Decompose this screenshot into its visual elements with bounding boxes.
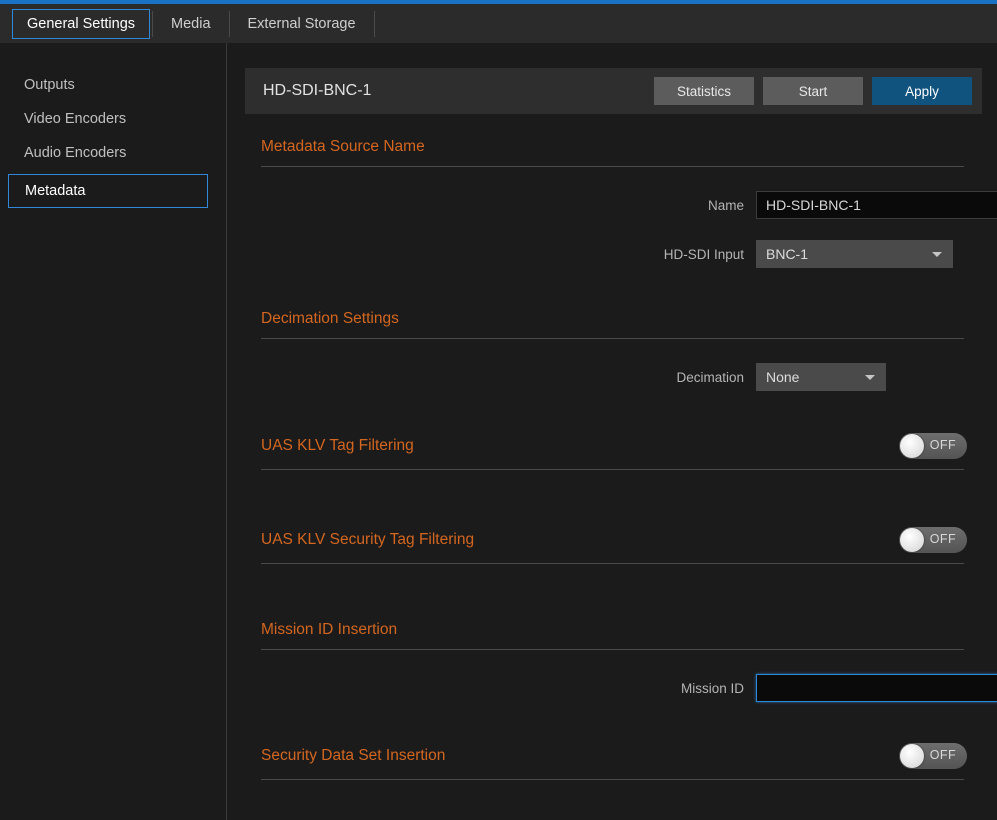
section-title-uas-klv-security-tag-filtering: UAS KLV Security Tag Filtering bbox=[261, 531, 899, 549]
panel-header: HD-SDI-BNC-1 Statistics Start Apply bbox=[245, 68, 982, 114]
name-input[interactable] bbox=[756, 191, 997, 219]
tab-bar: General Settings Media External Storage bbox=[0, 4, 997, 43]
section-title-security-data-set-insertion: Security Data Set Insertion bbox=[261, 747, 899, 765]
toggle-state-label: OFF bbox=[930, 748, 956, 762]
tab-general-settings[interactable]: General Settings bbox=[12, 9, 150, 39]
tab-external-storage[interactable]: External Storage bbox=[232, 10, 372, 38]
apply-button[interactable]: Apply bbox=[872, 77, 972, 105]
section-divider bbox=[261, 779, 964, 780]
content-area: HD-SDI-BNC-1 Statistics Start Apply Meta… bbox=[228, 43, 997, 820]
toggle-knob bbox=[900, 744, 924, 768]
section-divider bbox=[261, 563, 964, 564]
page-title: HD-SDI-BNC-1 bbox=[263, 82, 645, 100]
section-title-metadata-source-name: Metadata Source Name bbox=[245, 138, 982, 166]
section-title-mission-id-insertion: Mission ID Insertion bbox=[245, 621, 982, 649]
hd-sdi-input-value: BNC-1 bbox=[766, 246, 808, 262]
field-row-hd-sdi-input: HD-SDI Input BNC-1 bbox=[245, 239, 953, 269]
mission-id-input[interactable] bbox=[756, 674, 997, 702]
decimation-value: None bbox=[766, 369, 799, 385]
section-title-uas-klv-tag-filtering: UAS KLV Tag Filtering bbox=[261, 437, 899, 455]
field-row-mission-id: Mission ID bbox=[245, 673, 997, 703]
section-metadata-source-name: Metadata Source Name bbox=[245, 138, 982, 167]
start-button[interactable]: Start bbox=[763, 77, 863, 105]
section-divider bbox=[261, 649, 964, 650]
toggle-knob bbox=[900, 434, 924, 458]
field-row-decimation: Decimation None bbox=[245, 362, 886, 392]
section-divider bbox=[261, 338, 964, 339]
tab-media[interactable]: Media bbox=[155, 10, 227, 38]
section-uas-klv-security-tag-filtering: UAS KLV Security Tag Filtering OFF bbox=[245, 525, 982, 564]
sidebar-item-audio-encoders[interactable]: Audio Encoders bbox=[0, 140, 226, 166]
toggle-row-uas-klv-security-tag-filtering: UAS KLV Security Tag Filtering OFF bbox=[245, 525, 982, 555]
name-label: Name bbox=[245, 198, 756, 213]
uas-klv-tag-filtering-toggle[interactable]: OFF bbox=[899, 433, 967, 459]
tab-divider bbox=[229, 11, 230, 37]
decimation-select[interactable]: None bbox=[756, 363, 886, 391]
section-security-data-set-insertion: Security Data Set Insertion OFF bbox=[245, 741, 982, 780]
section-uas-klv-tag-filtering: UAS KLV Tag Filtering OFF bbox=[245, 431, 982, 470]
toggle-state-label: OFF bbox=[930, 438, 956, 452]
section-divider bbox=[261, 469, 964, 470]
section-divider bbox=[261, 166, 964, 167]
mission-id-label: Mission ID bbox=[245, 681, 756, 696]
toggle-row-security-data-set-insertion: Security Data Set Insertion OFF bbox=[245, 741, 982, 771]
tab-divider bbox=[152, 11, 153, 37]
toggle-knob bbox=[900, 528, 924, 552]
toggle-row-uas-klv-tag-filtering: UAS KLV Tag Filtering OFF bbox=[245, 431, 982, 461]
sidebar-item-video-encoders[interactable]: Video Encoders bbox=[0, 106, 226, 132]
sidebar-item-metadata[interactable]: Metadata bbox=[8, 174, 208, 208]
security-data-set-insertion-toggle[interactable]: OFF bbox=[899, 743, 967, 769]
hd-sdi-input-label: HD-SDI Input bbox=[245, 247, 756, 262]
sidebar: Outputs Video Encoders Audio Encoders Me… bbox=[0, 43, 227, 820]
sidebar-item-outputs[interactable]: Outputs bbox=[0, 72, 226, 98]
tab-divider bbox=[374, 11, 375, 37]
statistics-button[interactable]: Statistics bbox=[654, 77, 754, 105]
uas-klv-security-tag-filtering-toggle[interactable]: OFF bbox=[899, 527, 967, 553]
section-decimation-settings: Decimation Settings bbox=[245, 310, 982, 339]
chevron-down-icon bbox=[865, 375, 875, 380]
hd-sdi-input-select[interactable]: BNC-1 bbox=[756, 240, 953, 268]
section-mission-id-insertion: Mission ID Insertion bbox=[245, 621, 982, 650]
field-row-name: Name bbox=[245, 190, 997, 220]
toggle-state-label: OFF bbox=[930, 532, 956, 546]
decimation-label: Decimation bbox=[245, 370, 756, 385]
section-title-decimation-settings: Decimation Settings bbox=[245, 310, 982, 338]
chevron-down-icon bbox=[932, 252, 942, 257]
